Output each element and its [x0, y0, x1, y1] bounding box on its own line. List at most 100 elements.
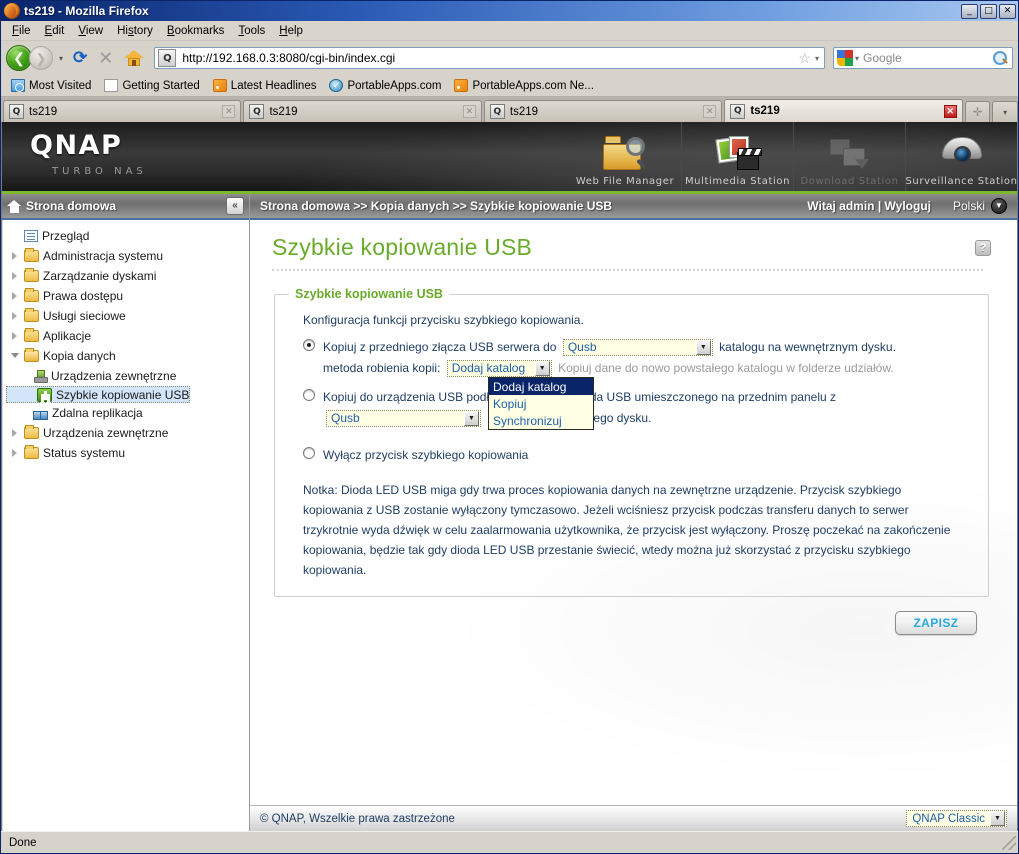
close-button[interactable]: ✕: [999, 3, 1016, 19]
option-2-row[interactable]: Kopiuj do urządzenia USB podłączonego do…: [303, 387, 974, 429]
help-icon[interactable]: ?: [975, 240, 991, 256]
menu-help[interactable]: Help: [272, 23, 310, 39]
page-title: Szybkie kopiowanie USB: [272, 234, 533, 260]
close-icon[interactable]: ✕: [703, 105, 717, 118]
theme-select[interactable]: QNAP Classic ▼: [906, 810, 1007, 827]
panel-intro-text: Konfiguracja funkcji przycisku szybkiego…: [303, 313, 584, 327]
chevron-down-icon[interactable]: ▼: [534, 361, 550, 377]
sidebar-item-zarzadzanie-dyskami[interactable]: Zarządzanie dyskami: [3, 266, 249, 286]
sidebar-item-uslugi-sieciowe[interactable]: Usługi sieciowe: [3, 306, 249, 326]
sidebar-item-label: Usługi sieciowe: [43, 309, 126, 323]
search-icon[interactable]: [993, 50, 1008, 66]
tab-ts219-4-active[interactable]: Q ts219 ✕: [724, 99, 963, 122]
sidebar-item-szybkie-kopiowanie-usb[interactable]: Szybkie kopiowanie USB: [6, 386, 191, 403]
chevron-down-icon[interactable]: ▼: [464, 411, 479, 427]
sidebar-collapse-button[interactable]: «: [226, 197, 244, 215]
station-multimedia[interactable]: Multimedia Station: [681, 122, 793, 191]
menu-view[interactable]: View: [71, 23, 110, 39]
search-engine-dropdown-icon[interactable]: ▾: [855, 54, 863, 63]
history-dropdown-icon[interactable]: ▾: [56, 54, 66, 63]
expand-arrow-icon[interactable]: [11, 448, 20, 458]
menu-file[interactable]: File: [5, 23, 38, 39]
sidebar-item-urzadzenia-zewnetrzne-sub[interactable]: Urządzenia zewnętrzne: [3, 366, 249, 386]
tab-ts219-2[interactable]: Q ts219 ✕: [243, 100, 482, 122]
bookmark-label: Getting Started: [122, 79, 200, 92]
sidebar-item-label: Urządzenia zewnętrzne: [51, 369, 177, 383]
new-tab-button[interactable]: ✛: [964, 101, 991, 122]
bookmark-portableapps-news[interactable]: PortableApps.com Ne...: [449, 78, 598, 93]
sidebar-item-administracja-systemu[interactable]: Administracja systemu: [3, 246, 249, 266]
bookmark-label: PortableApps.com: [347, 79, 442, 92]
expand-arrow-icon[interactable]: [11, 291, 20, 301]
search-bar[interactable]: ▾ Google: [833, 47, 1013, 69]
menu-history[interactable]: History: [110, 23, 160, 39]
expand-arrow-icon[interactable]: [11, 251, 20, 261]
expand-arrow-icon[interactable]: [11, 428, 20, 438]
radio-copy-to-usb-device[interactable]: [303, 389, 315, 401]
station-surveillance[interactable]: Surveillance Station: [905, 122, 1017, 191]
close-icon[interactable]: ✕: [222, 105, 236, 118]
tab-ts219-1[interactable]: Q ts219 ✕: [3, 100, 242, 122]
sidebar-item-prawa-dostepu[interactable]: Prawa dostępu: [3, 286, 249, 306]
tab-list-button[interactable]: ▾: [992, 101, 1018, 122]
sidebar-header-label: Strona domowa: [26, 199, 117, 213]
maximize-button[interactable]: □: [980, 3, 997, 19]
bookmark-portableapps[interactable]: ✓ PortableApps.com: [324, 78, 446, 93]
bookmark-star-icon[interactable]: ☆: [794, 50, 815, 67]
bookmark-most-visited[interactable]: Most Visited: [6, 78, 96, 93]
menu-edit[interactable]: Edit: [38, 23, 72, 39]
language-label[interactable]: Polski: [953, 199, 985, 213]
save-button[interactable]: ZAPISZ: [895, 611, 977, 635]
target-share-value: Qusb: [331, 411, 360, 426]
expand-arrow-icon[interactable]: [11, 271, 20, 281]
copy-method-dropdown-list[interactable]: Dodaj katalog Kopiuj Synchronizuj: [488, 377, 594, 430]
address-bar[interactable]: Q http://192.168.0.3:8080/cgi-bin/index.…: [154, 47, 825, 69]
option-3-row[interactable]: Wyłącz przycisk szybkiego kopiowania: [303, 445, 974, 466]
radio-copy-from-front-usb[interactable]: [303, 339, 315, 351]
station-download[interactable]: Download Station: [793, 122, 905, 191]
home-button[interactable]: [124, 50, 145, 66]
sidebar-item-kopia-danych[interactable]: Kopia danych: [3, 346, 249, 366]
site-favicon: Q: [489, 104, 505, 119]
sidebar-item-przeglad[interactable]: Przegląd: [3, 226, 249, 246]
user-greeting-logout[interactable]: Witaj admin | Wyloguj: [807, 199, 931, 213]
chevron-down-icon[interactable]: ▼: [991, 198, 1007, 214]
chevron-down-icon[interactable]: ▼: [695, 340, 711, 356]
forward-button[interactable]: ❯: [29, 46, 53, 70]
target-share-select[interactable]: Qusb ▼: [326, 410, 481, 428]
tab-ts219-3[interactable]: Q ts219 ✕: [483, 100, 723, 122]
sidebar-item-aplikacje[interactable]: Aplikacje: [3, 326, 249, 346]
search-input[interactable]: Google: [863, 51, 993, 65]
source-share-select[interactable]: Qusb ▼: [562, 339, 713, 357]
stop-button[interactable]: ✕: [94, 48, 117, 69]
menu-tools[interactable]: Tools: [231, 23, 272, 39]
collapse-arrow-icon[interactable]: [11, 352, 20, 361]
qnap-logo[interactable]: QNAP TURBO NAS: [2, 122, 262, 191]
sidebar-item-zdalna-replikacja[interactable]: Zdalna replikacja: [3, 403, 249, 423]
expand-arrow-icon[interactable]: [11, 311, 20, 321]
minimize-button[interactable]: _: [961, 3, 978, 19]
menu-bookmarks[interactable]: Bookmarks: [160, 23, 232, 39]
copy-method-select[interactable]: Dodaj katalog ▼: [446, 360, 552, 378]
radio-disable-quick-copy[interactable]: [303, 447, 315, 459]
station-web-file-manager[interactable]: Web File Manager: [569, 122, 681, 191]
dropdown-option-dodaj-katalog[interactable]: Dodaj katalog: [489, 378, 593, 395]
bookmark-label: Most Visited: [29, 79, 92, 92]
bookmark-getting-started[interactable]: Getting Started: [99, 78, 204, 93]
sidebar-item-urzadzenia-zewnetrzne[interactable]: Urządzenia zewnętrzne: [3, 423, 249, 443]
close-icon[interactable]: ✕: [943, 104, 957, 118]
option-1-row[interactable]: Kopiuj z przedniego złącza USB serwera d…: [303, 337, 974, 430]
site-favicon: Q: [9, 104, 24, 119]
url-text[interactable]: http://192.168.0.3:8080/cgi-bin/index.cg…: [179, 51, 794, 65]
sidebar-item-status-systemu[interactable]: Status systemu: [3, 443, 249, 463]
expand-arrow-icon[interactable]: [11, 331, 20, 341]
url-dropdown-icon[interactable]: ▾: [815, 54, 824, 63]
reload-button[interactable]: ⟳: [69, 48, 91, 68]
chevron-down-icon[interactable]: ▼: [990, 811, 1005, 826]
resize-grip[interactable]: [1002, 835, 1016, 850]
close-icon[interactable]: ✕: [462, 105, 476, 118]
dropdown-option-synchronizuj[interactable]: Synchronizuj: [489, 412, 593, 429]
usb-icon: [37, 387, 52, 402]
bookmark-latest-headlines[interactable]: Latest Headlines: [208, 78, 322, 93]
dropdown-option-kopiuj[interactable]: Kopiuj: [489, 395, 593, 412]
